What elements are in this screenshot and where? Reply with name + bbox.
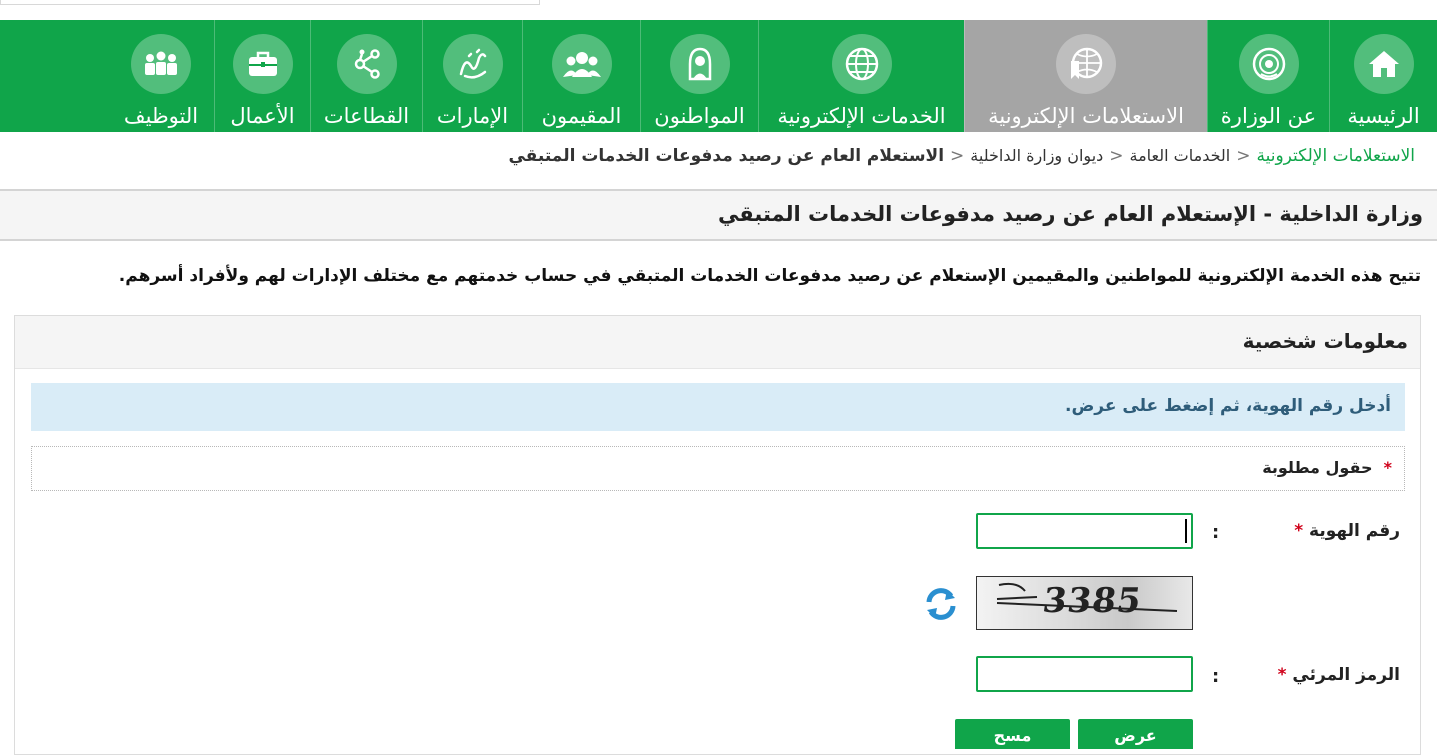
top-strip bbox=[0, 0, 1437, 20]
home-icon bbox=[1353, 34, 1414, 94]
breadcrumb-separator: < bbox=[1236, 146, 1251, 166]
page-title-bar: وزارة الداخلية - الإستعلام العام عن رصيد… bbox=[0, 189, 1437, 241]
panel-title: معلومات شخصية bbox=[1242, 329, 1408, 353]
captcha-text: 3385 bbox=[1040, 581, 1145, 621]
breadcrumb-current: الاستعلام العام عن رصيد مدفوعات الخدمات … bbox=[508, 146, 945, 166]
info-message: أدخل رقم الهوية، ثم إضغط على عرض. bbox=[31, 383, 1405, 431]
nav-item-sectors[interactable]: القطاعات bbox=[310, 20, 422, 132]
main-nav: الرئيسية عن الوزارة الاستعلامات الإلكترو… bbox=[0, 20, 1437, 132]
captcha-label: الرمز المرئي * bbox=[1277, 665, 1400, 685]
captcha-input[interactable] bbox=[976, 656, 1193, 692]
employment-people-icon bbox=[131, 34, 191, 94]
id-number-label: رقم الهوية * bbox=[1294, 521, 1400, 541]
required-fields-text: حقول مطلوبة bbox=[1262, 458, 1373, 477]
breadcrumb-separator: < bbox=[950, 146, 965, 166]
service-description: تتيح هذه الخدمة الإلكترونية للمواطنين وا… bbox=[118, 266, 1421, 286]
globe-inquiry-icon bbox=[1056, 34, 1116, 94]
captcha-image: 3385 bbox=[976, 576, 1193, 630]
show-button[interactable]: عرض bbox=[1078, 719, 1193, 749]
breadcrumb-link-e-inquiries[interactable]: الاستعلامات الإلكترونية bbox=[1256, 146, 1415, 166]
required-fields-note: * حقول مطلوبة bbox=[31, 446, 1405, 491]
nav-item-e-inquiries[interactable]: الاستعلامات الإلكترونية bbox=[964, 20, 1207, 132]
nav-label: عن الوزارة bbox=[1220, 104, 1317, 128]
nav-label: القطاعات bbox=[323, 104, 410, 128]
emirates-calligraphy-icon bbox=[442, 34, 503, 94]
nav-label: المقيمون bbox=[541, 104, 622, 128]
clear-button[interactable]: مسح bbox=[955, 719, 1070, 749]
nav-item-citizens[interactable]: المواطنون bbox=[640, 20, 758, 132]
nav-item-residents[interactable]: المقيمون bbox=[522, 20, 640, 132]
text-cursor bbox=[1185, 519, 1187, 543]
nav-item-home[interactable]: الرئيسية bbox=[1329, 20, 1437, 132]
id-colon: : bbox=[1212, 522, 1220, 543]
sectors-network-icon bbox=[336, 34, 397, 94]
briefcase-icon bbox=[232, 34, 293, 94]
nav-item-about-ministry[interactable]: عن الوزارة bbox=[1207, 20, 1329, 132]
breadcrumb-link-ministry-office[interactable]: ديوان وزارة الداخلية bbox=[970, 146, 1103, 165]
nav-label: المواطنون bbox=[654, 104, 745, 128]
nav-item-employment[interactable]: التوظيف bbox=[108, 20, 214, 132]
nav-label: التوظيف bbox=[123, 104, 199, 128]
nav-label: الأعمال bbox=[230, 104, 295, 128]
breadcrumb-separator: < bbox=[1109, 146, 1124, 166]
required-star: * bbox=[1383, 458, 1392, 477]
nav-item-e-services[interactable]: الخدمات الإلكترونية bbox=[758, 20, 964, 132]
id-number-input[interactable] bbox=[976, 513, 1193, 549]
ministry-emblem-icon bbox=[1238, 34, 1299, 94]
nav-label: الرئيسية bbox=[1347, 104, 1420, 128]
refresh-captcha-icon[interactable] bbox=[923, 586, 959, 626]
globe-icon bbox=[831, 34, 892, 94]
nav-label: الخدمات الإلكترونية bbox=[777, 104, 946, 128]
nav-item-business[interactable]: الأعمال bbox=[214, 20, 310, 132]
nav-item-emirates[interactable]: الإمارات bbox=[422, 20, 522, 132]
residents-group-icon bbox=[551, 34, 612, 94]
nav-label: الإمارات bbox=[436, 104, 509, 128]
panel-header: معلومات شخصية bbox=[15, 316, 1420, 369]
header-search-box[interactable] bbox=[0, 0, 540, 5]
page-title: وزارة الداخلية - الإستعلام العام عن رصيد… bbox=[718, 202, 1423, 226]
breadcrumb-link-public-services[interactable]: الخدمات العامة bbox=[1130, 146, 1231, 165]
personal-info-panel: معلومات شخصية أدخل رقم الهوية، ثم إضغط ع… bbox=[14, 315, 1421, 755]
captcha-colon: : bbox=[1212, 666, 1220, 687]
breadcrumb: الاستعلامات الإلكترونية<الخدمات العامة<د… bbox=[508, 146, 1415, 166]
citizen-icon bbox=[669, 34, 730, 94]
info-message-text: أدخل رقم الهوية، ثم إضغط على عرض. bbox=[1064, 396, 1391, 416]
nav-label: الاستعلامات الإلكترونية bbox=[988, 104, 1184, 128]
